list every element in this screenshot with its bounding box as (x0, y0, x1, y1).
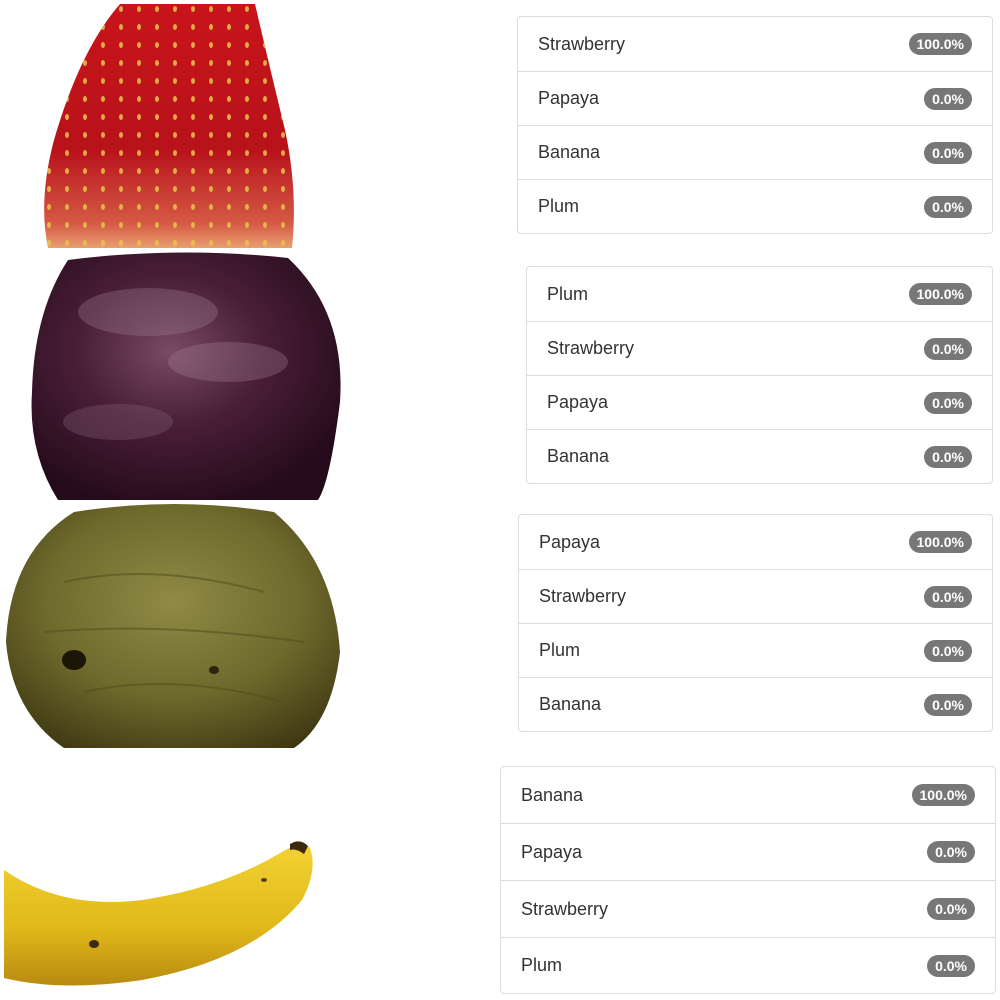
probability-badge: 0.0% (924, 445, 972, 468)
probability-badge: 100.0% (908, 33, 972, 55)
fruit-label: Plum (538, 196, 580, 216)
prediction-item: Strawberry 0.0% (527, 321, 992, 375)
result-row-1: Strawberry 100.0% Papaya 0.0% Banana 0.0… (0, 0, 1000, 250)
fruit-label: Strawberry (547, 338, 635, 358)
probability-badge: 0.0% (924, 693, 972, 716)
prediction-item: Plum 0.0% (501, 937, 995, 993)
prediction-list: Banana 100.0% Papaya 0.0% Strawberry 0.0… (500, 766, 996, 994)
fruit-label: Banana (539, 694, 602, 714)
papaya-image (6, 504, 340, 748)
prediction-item: Strawberry 100.0% (518, 17, 992, 71)
fruit-label: Papaya (521, 841, 583, 862)
fruit-label: Plum (547, 283, 589, 304)
prediction-list: Strawberry 100.0% Papaya 0.0% Banana 0.0… (517, 16, 993, 234)
prediction-item: Papaya 0.0% (518, 71, 992, 125)
prediction-item: Banana 100.0% (501, 767, 995, 823)
prediction-item: Banana 0.0% (519, 677, 992, 731)
prediction-list: Plum 100.0% Strawberry 0.0% Papaya 0.0% … (526, 266, 993, 484)
prediction-item: Papaya 100.0% (519, 515, 992, 569)
fruit-label: Banana (521, 784, 584, 805)
fruit-label: Banana (547, 446, 610, 466)
fruit-label: Papaya (547, 392, 609, 412)
probability-badge: 0.0% (927, 954, 975, 977)
probability-badge: 100.0% (911, 784, 975, 806)
fruit-label: Plum (521, 955, 563, 975)
prediction-item: Papaya 0.0% (527, 375, 992, 429)
fruit-label: Papaya (538, 88, 600, 108)
probability-badge: 0.0% (924, 585, 972, 608)
strawberry-image (44, 4, 294, 248)
prediction-item: Strawberry 0.0% (519, 569, 992, 623)
prediction-item: Papaya 0.0% (501, 823, 995, 880)
fruit-label: Banana (538, 142, 601, 162)
probability-badge: 0.0% (924, 141, 972, 164)
probability-badge: 100.0% (908, 531, 972, 553)
probability-badge: 0.0% (924, 639, 972, 662)
probability-badge: 0.0% (924, 87, 972, 110)
fruit-label: Strawberry (538, 33, 626, 54)
probability-badge: 100.0% (908, 283, 972, 305)
prediction-item: Strawberry 0.0% (501, 880, 995, 937)
result-row-4: Banana 100.0% Papaya 0.0% Strawberry 0.0… (0, 750, 1000, 1000)
banana-image (4, 841, 313, 986)
plum-image (31, 252, 341, 500)
fruit-label: Strawberry (539, 586, 627, 606)
result-row-3: Papaya 100.0% Strawberry 0.0% Plum 0.0% … (0, 500, 1000, 750)
prediction-item: Plum 0.0% (518, 179, 992, 233)
prediction-item: Banana 0.0% (527, 429, 992, 483)
fruit-label: Papaya (539, 531, 601, 552)
fruit-label: Plum (539, 640, 581, 660)
prediction-item: Banana 0.0% (518, 125, 992, 179)
prediction-list: Papaya 100.0% Strawberry 0.0% Plum 0.0% … (518, 514, 993, 732)
probability-badge: 0.0% (924, 391, 972, 414)
result-row-2: Plum 100.0% Strawberry 0.0% Papaya 0.0% … (0, 250, 1000, 500)
probability-badge: 0.0% (924, 195, 972, 218)
probability-badge: 0.0% (927, 898, 975, 920)
probability-badge: 0.0% (927, 841, 975, 863)
probability-badge: 0.0% (924, 337, 972, 360)
prediction-item: Plum 100.0% (527, 267, 992, 321)
fruit-label: Strawberry (521, 898, 609, 919)
prediction-item: Plum 0.0% (519, 623, 992, 677)
